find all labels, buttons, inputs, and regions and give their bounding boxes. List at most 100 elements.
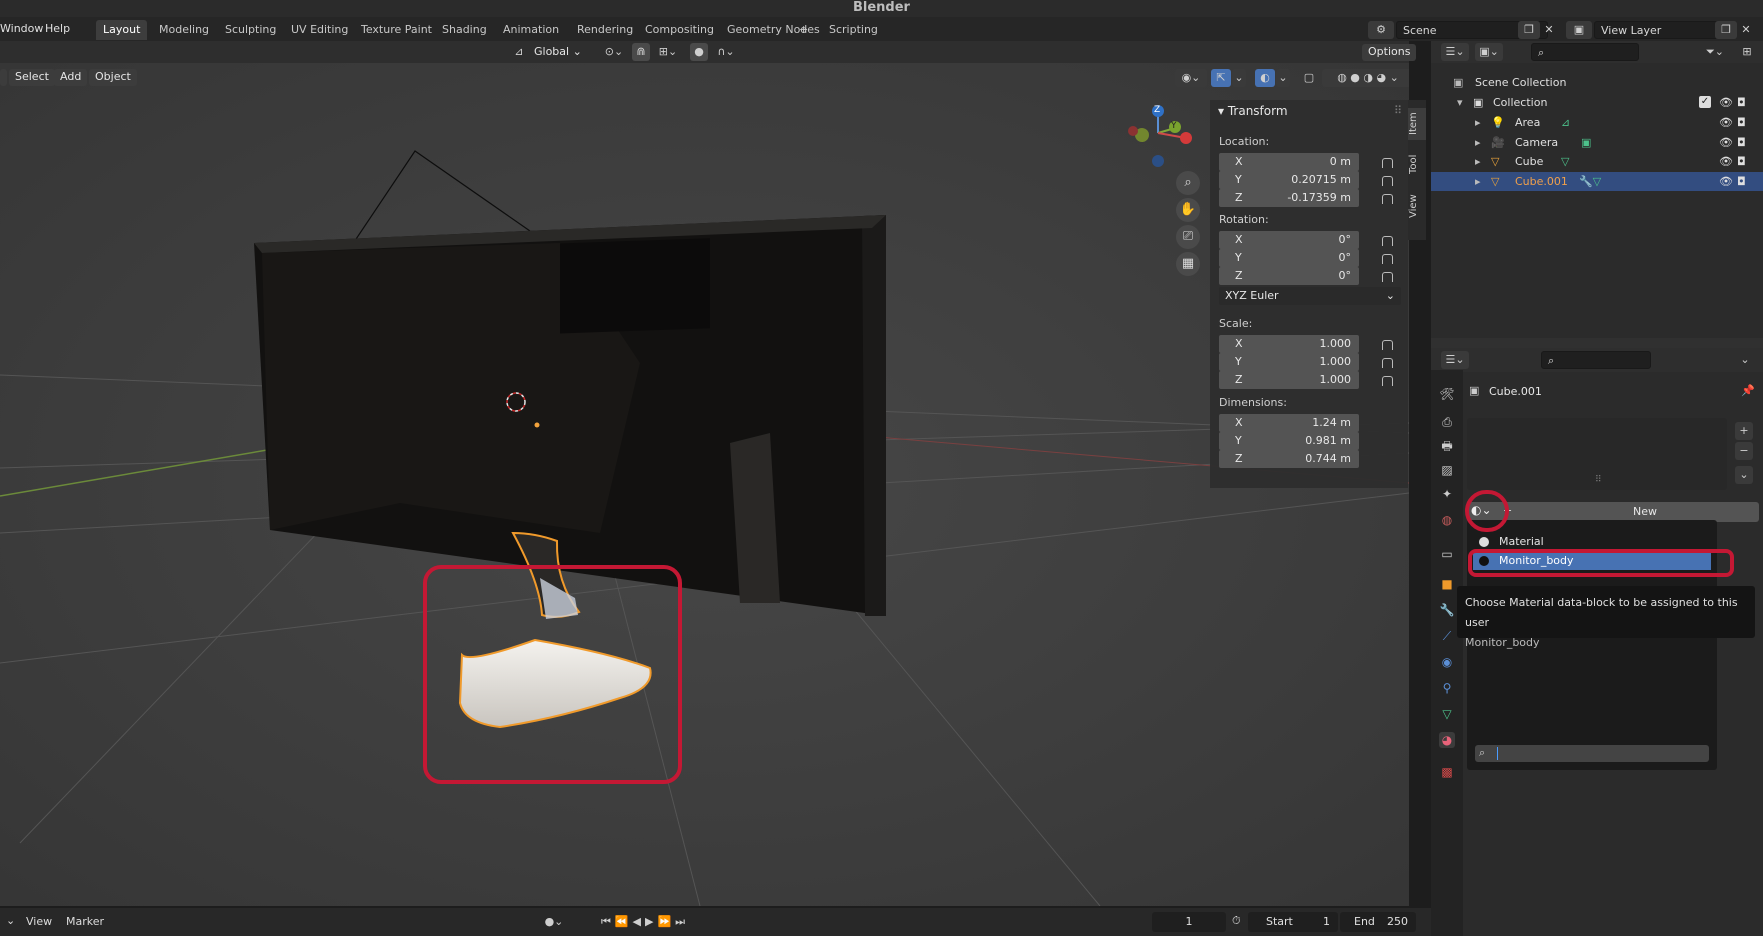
lock-icon[interactable] — [1382, 358, 1393, 368]
collection-row[interactable]: ▾ ▣ Collection ✓ 👁 ◘ — [1431, 93, 1763, 112]
lock-icon[interactable] — [1382, 340, 1393, 350]
tool-tab-icon[interactable]: 🛠 — [1439, 386, 1455, 402]
eye-icon[interactable]: 👁 — [1719, 172, 1733, 191]
tab-view[interactable]: View — [1408, 190, 1426, 222]
slot-remove-button[interactable]: − — [1735, 442, 1753, 460]
world-tab-icon[interactable]: ◍ — [1439, 512, 1455, 528]
properties-search-input[interactable]: ⌕ — [1541, 351, 1651, 369]
outliner-item-area[interactable]: ▸ 💡 Area ⊿ 👁 ◘ — [1431, 113, 1763, 132]
zoom-icon[interactable]: ⌕ — [1176, 171, 1200, 195]
chevron-down-icon[interactable]: ▾ — [1457, 93, 1463, 112]
location-z-field[interactable]: Z -0.17359 m — [1219, 189, 1359, 207]
editor-type-icon[interactable]: ☰⌄ — [1441, 43, 1469, 61]
3d-viewport[interactable]: Select Add Object ◉⌄ ⇱ ⌄ ◐ ⌄ ▢ ◍ ● ◑ ◕ ⌄… — [0, 63, 1409, 906]
transform-orientation-dropdown[interactable]: Global ⌄ — [528, 44, 588, 61]
material-tab-icon[interactable]: ◕ — [1439, 732, 1455, 748]
eye-icon[interactable]: 👁 — [1719, 133, 1733, 152]
rotation-x-field[interactable]: X 0° — [1219, 231, 1359, 249]
chevron-down-icon[interactable]: ⌄ — [1276, 69, 1290, 87]
tab-rendering[interactable]: Rendering — [570, 20, 640, 40]
outliner-item-cube[interactable]: ▸ ▽ Cube ▽ 👁 ◘ — [1431, 152, 1763, 171]
close-icon[interactable]: ✕ — [1738, 21, 1754, 39]
tab-compositing[interactable]: Compositing — [638, 20, 721, 40]
render-tab-icon[interactable]: ⎙ — [1439, 414, 1455, 430]
particles-tab-icon[interactable]: ⟋ — [1439, 628, 1455, 644]
chevron-right-icon[interactable]: ▸ — [1475, 152, 1481, 171]
proportional-edit-icon[interactable]: ● — [690, 43, 708, 61]
chevron-down-icon[interactable]: ⌄ — [1737, 351, 1753, 369]
tab-uv-editing[interactable]: UV Editing — [284, 20, 355, 40]
new-collection-icon[interactable]: ⊞ — [1737, 43, 1757, 61]
falloff-icon[interactable]: ∩⌄ — [710, 43, 742, 61]
copy-icon[interactable]: ❐ — [1518, 21, 1540, 39]
chevron-right-icon[interactable]: ▸ — [1475, 133, 1481, 152]
menu-object[interactable]: Object — [89, 69, 137, 86]
material-slot-list[interactable]: ⠿ — [1467, 418, 1727, 490]
lock-icon[interactable] — [1382, 236, 1393, 246]
scale-x-field[interactable]: X 1.000 — [1219, 335, 1359, 353]
transform-panel-header[interactable]: ▾ Transform — [1218, 104, 1288, 118]
modifier-tab-icon[interactable]: 🔧 — [1439, 602, 1455, 618]
outliner-item-camera[interactable]: ▸ 🎥 Camera ▣ 👁 ◘ — [1431, 133, 1763, 152]
constraints-tab-icon[interactable]: ⚲ — [1439, 680, 1455, 696]
end-frame-field[interactable]: End 250 — [1340, 912, 1416, 932]
mode-dropdown[interactable] — [0, 69, 7, 86]
tab-animation[interactable]: Animation — [496, 20, 566, 40]
tab-layout[interactable]: Layout — [96, 20, 148, 40]
shading-modes[interactable]: ◍ ● ◑ ◕ ⌄ — [1322, 69, 1409, 87]
object-tab-icon[interactable]: ■ — [1439, 576, 1455, 592]
chevron-down-icon[interactable]: ⌄ — [6, 914, 15, 927]
list-resize-handle[interactable]: ⠿ — [1595, 475, 1602, 485]
camera-render-icon[interactable]: ◘ — [1737, 133, 1746, 152]
tab-scripting[interactable]: Scripting — [822, 20, 885, 40]
current-frame-field[interactable]: 1 — [1152, 912, 1226, 932]
menu-select[interactable]: Select — [9, 69, 55, 86]
scene-collection-row[interactable]: ▣ Scene Collection — [1431, 73, 1763, 92]
eye-icon[interactable]: 👁 — [1719, 93, 1733, 112]
eye-icon[interactable]: 👁 — [1719, 152, 1733, 171]
object-data-icon[interactable]: ▣ — [1581, 133, 1591, 152]
data-tab-icon[interactable]: ▽ — [1439, 706, 1455, 722]
scene-icon[interactable]: ⚙ — [1368, 21, 1394, 39]
timeline-marker-menu[interactable]: Marker — [66, 915, 104, 928]
lock-icon[interactable] — [1382, 376, 1393, 386]
chevron-right-icon[interactable]: ▸ — [1475, 113, 1481, 132]
visibility-icon[interactable]: ◉⌄ — [1175, 69, 1207, 87]
camera-render-icon[interactable]: ◘ — [1737, 172, 1746, 191]
object-data-icon[interactable]: 🔧▽ — [1579, 172, 1601, 191]
pivot-icon[interactable]: ⊙⌄ — [598, 43, 630, 61]
scene-tab-icon[interactable]: ✦ — [1439, 486, 1455, 502]
outliner-item-cube-001[interactable]: ▸ ▽ Cube.001 🔧▽ 👁 ◘ — [1431, 171, 1763, 191]
start-frame-field[interactable]: Start 1 — [1248, 912, 1338, 932]
location-x-field[interactable]: X 0 m — [1219, 153, 1359, 171]
slot-add-button[interactable]: + — [1735, 422, 1753, 440]
copy-icon[interactable]: ❐ — [1715, 21, 1737, 39]
dimensions-x-field[interactable]: X 1.24 m — [1219, 414, 1359, 432]
slot-menu-chevron-icon[interactable]: ⌄ — [1735, 466, 1753, 484]
tab-shading[interactable]: Shading — [435, 20, 494, 40]
lock-icon[interactable] — [1382, 176, 1393, 186]
lock-icon[interactable] — [1382, 254, 1393, 264]
dropdown-search-input[interactable]: ⌕ — [1475, 745, 1709, 762]
options-button[interactable]: Options ⌄ — [1362, 44, 1417, 74]
lock-icon[interactable] — [1382, 158, 1393, 168]
view-layer-selector[interactable]: View Layer — [1594, 21, 1722, 39]
playback-controls[interactable]: ⏮⏪◀▶⏩⏭ — [590, 913, 700, 931]
timeline-view-menu[interactable]: View — [26, 915, 52, 928]
lock-icon[interactable] — [1382, 194, 1393, 204]
tab-modeling[interactable]: Modeling — [152, 20, 216, 40]
object-data-icon[interactable]: ▽ — [1561, 152, 1569, 171]
camera-render-icon[interactable]: ◘ — [1737, 113, 1746, 132]
view-layer-tab-icon[interactable]: ▨ — [1439, 462, 1455, 478]
perspective-grid-icon[interactable]: ▦ — [1176, 252, 1200, 276]
dimensions-z-field[interactable]: Z 0.744 m — [1219, 450, 1359, 468]
camera-render-icon[interactable]: ◘ — [1737, 93, 1746, 112]
outliner-search-input[interactable]: ⌕ — [1531, 43, 1639, 61]
collection-tab-icon[interactable]: ▭ — [1439, 546, 1455, 562]
record-icon[interactable]: ●⌄ — [540, 913, 568, 931]
output-tab-icon[interactable]: 🖶 — [1439, 438, 1455, 454]
hand-pan-icon[interactable]: ✋ — [1176, 198, 1200, 222]
tab-sculpting[interactable]: Sculpting — [218, 20, 283, 40]
snap-icon[interactable]: ⋒ — [632, 43, 650, 61]
editor-type-icon[interactable]: ☰⌄ — [1441, 351, 1469, 369]
